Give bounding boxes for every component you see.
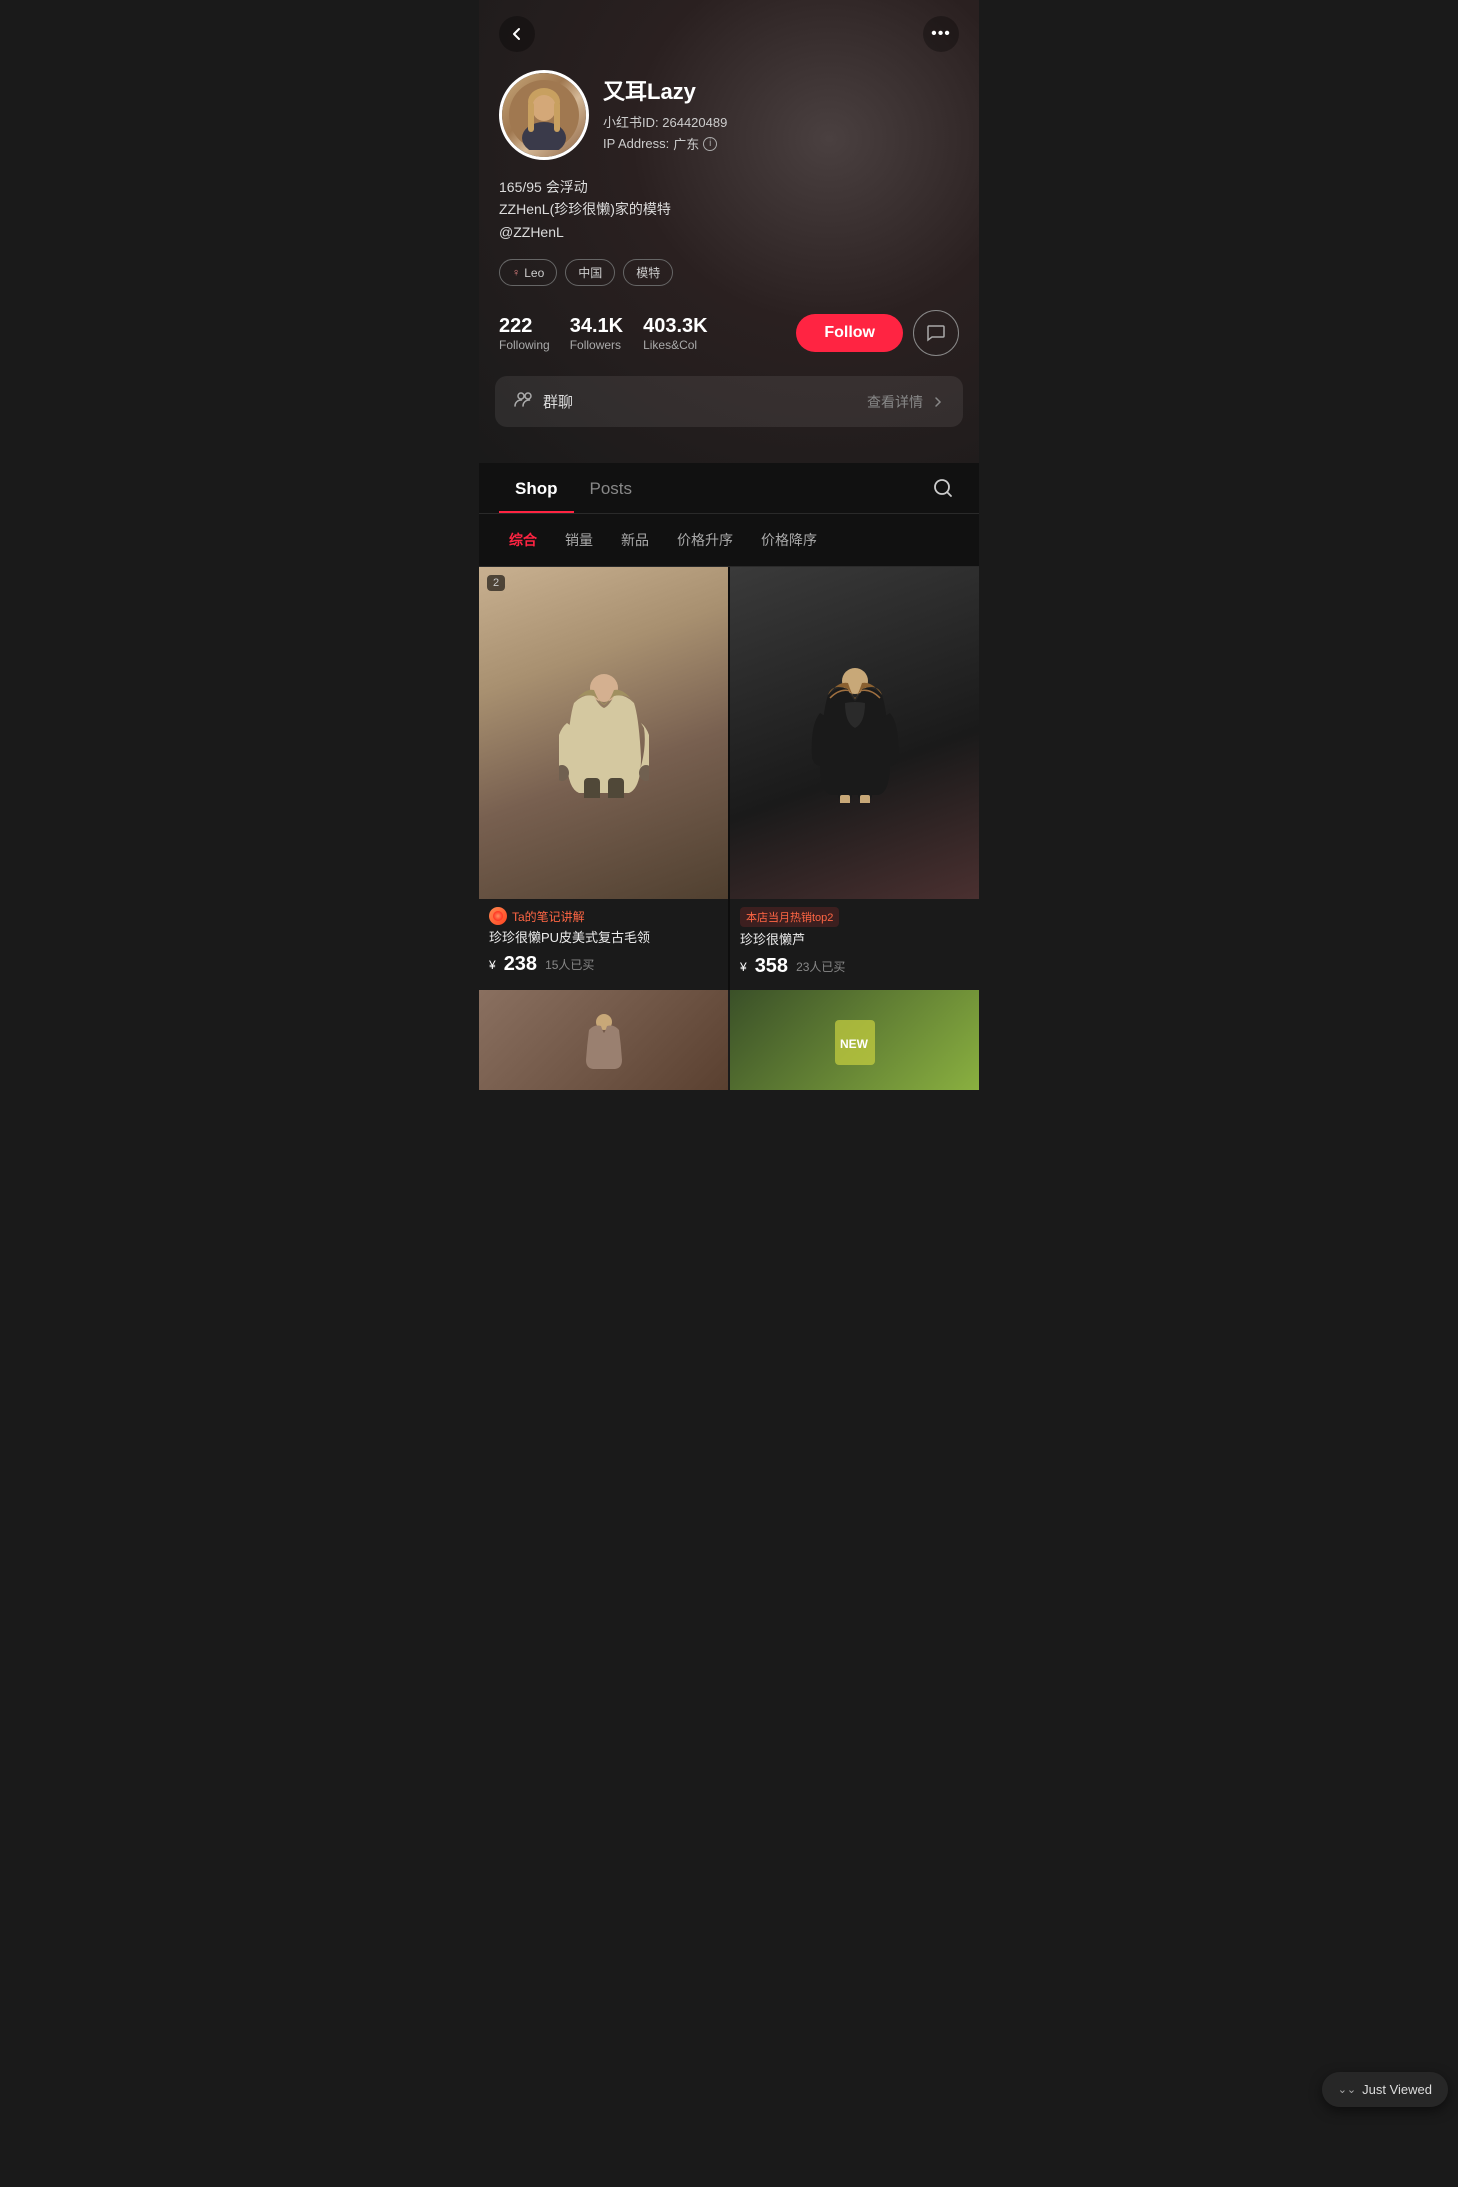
sold-count-2: 23人已买 xyxy=(796,958,845,975)
followers-label: Followers xyxy=(570,338,621,352)
profile-name: 又耳Lazy xyxy=(603,74,959,106)
filter-price-asc[interactable]: 价格升序 xyxy=(663,524,747,556)
followers-count: 34.1K xyxy=(570,314,623,338)
info-icon[interactable]: i xyxy=(703,137,717,151)
tag-leo-label: Leo xyxy=(524,266,544,280)
group-chat-label: 群聊 xyxy=(543,391,859,412)
product-image-1: 2 xyxy=(479,567,728,899)
product-price-row-1: ¥ 238 15人已买 xyxy=(489,953,718,976)
bottom-products-row: NEW xyxy=(479,990,979,1090)
product-mini-1[interactable] xyxy=(479,990,728,1090)
just-viewed-label: Just Viewed xyxy=(1362,2082,1432,2097)
note-badge-icon xyxy=(489,907,507,925)
group-chat-detail: 查看详情 xyxy=(867,392,923,412)
product-info-1: Ta的笔记讲解 珍珍很懒PU皮美式复古毛领 ¥ 238 15人已买 xyxy=(479,899,728,988)
product-card-2[interactable]: 本店当月热销top2 珍珍很懒芦 ¥ 358 23人已买 xyxy=(730,567,979,990)
tab-search-button[interactable] xyxy=(927,472,959,504)
product-info-2: 本店当月热销top2 珍珍很懒芦 ¥ 358 23人已买 xyxy=(730,899,979,990)
profile-hero: ••• xyxy=(479,0,979,463)
stat-following[interactable]: 222 Following xyxy=(499,314,550,352)
product-grid: 2 Ta的笔记讲解 珍珍很懒PU皮美式复古毛领 ¥ 238 15人已买 xyxy=(479,567,979,990)
tab-posts[interactable]: Posts xyxy=(574,463,649,513)
just-viewed-badge[interactable]: ⌄⌄ Just Viewed xyxy=(1322,2072,1448,2107)
message-button[interactable] xyxy=(913,310,959,356)
price-symbol-1: ¥ xyxy=(489,958,496,972)
stats-row: 222 Following 34.1K Followers 403.3K Lik… xyxy=(479,302,979,372)
likes-count: 403.3K xyxy=(643,314,708,338)
tag-job[interactable]: 模特 xyxy=(623,259,673,286)
filter-row: 综合 销量 新品 价格升序 价格降序 xyxy=(479,514,979,567)
profile-bio: 165/95 会浮动 ZZHenL(珍珍很懒)家的模特 @ZZHenL xyxy=(479,176,979,255)
profile-tags: Leo 中国 模特 xyxy=(479,255,979,302)
price-amount-1: 238 xyxy=(504,953,537,976)
product-title-1: 珍珍很懒PU皮美式复古毛领 xyxy=(489,929,718,947)
chevron-double-icon: ⌄⌄ xyxy=(1338,2083,1356,2096)
filter-price-desc[interactable]: 价格降序 xyxy=(747,524,831,556)
avatar-image xyxy=(502,73,586,157)
product-badge-1: 2 xyxy=(487,575,505,591)
tag-country[interactable]: 中国 xyxy=(565,259,615,286)
nav-bar: ••• xyxy=(479,0,979,60)
profile-ip: IP Address: 广东 i xyxy=(603,134,959,153)
more-button[interactable]: ••• xyxy=(923,16,959,52)
follow-button[interactable]: Follow xyxy=(796,314,903,352)
filter-new[interactable]: 新品 xyxy=(607,524,663,556)
profile-text-info: 又耳Lazy 小红书ID: 264420489 IP Address: 广东 i xyxy=(603,70,959,153)
following-label: Following xyxy=(499,338,550,352)
filter-comprehensive[interactable]: 综合 xyxy=(495,524,551,556)
profile-xiaohongshu-id: 小红书ID: 264420489 xyxy=(603,112,959,131)
tag-country-label: 中国 xyxy=(578,264,602,281)
avatar xyxy=(499,70,589,160)
bio-line-3: @ZZHenL xyxy=(499,221,959,243)
filter-sales[interactable]: 销量 xyxy=(551,524,607,556)
tag-job-label: 模特 xyxy=(636,264,660,281)
hot-badge: 本店当月热销top2 xyxy=(740,907,839,927)
group-chat-icon xyxy=(513,388,535,415)
bio-line-2: ZZHenL(珍珍很懒)家的模特 xyxy=(499,198,959,220)
profile-info-row: 又耳Lazy 小红书ID: 264420489 IP Address: 广东 i xyxy=(479,60,979,176)
likes-label: Likes&Col xyxy=(643,338,697,352)
chevron-right-icon xyxy=(931,395,945,409)
hot-badge-row: 本店当月热销top2 xyxy=(740,907,969,927)
following-count: 222 xyxy=(499,314,532,338)
tab-bar: Shop Posts xyxy=(479,463,979,514)
product-note-badge: Ta的笔记讲解 xyxy=(489,907,718,925)
tag-zodiac[interactable]: Leo xyxy=(499,259,557,286)
tab-shop[interactable]: Shop xyxy=(499,463,574,513)
sold-count-1: 15人已买 xyxy=(545,956,594,973)
bio-line-1: 165/95 会浮动 xyxy=(499,176,959,198)
product-mini-2[interactable]: NEW xyxy=(730,990,979,1090)
product-card-1[interactable]: 2 Ta的笔记讲解 珍珍很懒PU皮美式复古毛领 ¥ 238 15人已买 xyxy=(479,567,728,990)
stat-followers[interactable]: 34.1K Followers xyxy=(570,314,623,352)
product-title-2: 珍珍很懒芦 xyxy=(740,931,969,949)
stats-actions: Follow xyxy=(796,310,959,356)
product-image-2 xyxy=(730,567,979,899)
price-symbol-2: ¥ xyxy=(740,960,747,974)
price-amount-2: 358 xyxy=(755,955,788,978)
svg-text:NEW: NEW xyxy=(840,1037,869,1051)
group-chat-banner[interactable]: 群聊 查看详情 xyxy=(495,376,963,427)
back-button[interactable] xyxy=(499,16,535,52)
product-price-row-2: ¥ 358 23人已买 xyxy=(740,955,969,978)
note-badge-text: Ta的笔记讲解 xyxy=(512,908,585,925)
stat-likes[interactable]: 403.3K Likes&Col xyxy=(643,314,708,352)
